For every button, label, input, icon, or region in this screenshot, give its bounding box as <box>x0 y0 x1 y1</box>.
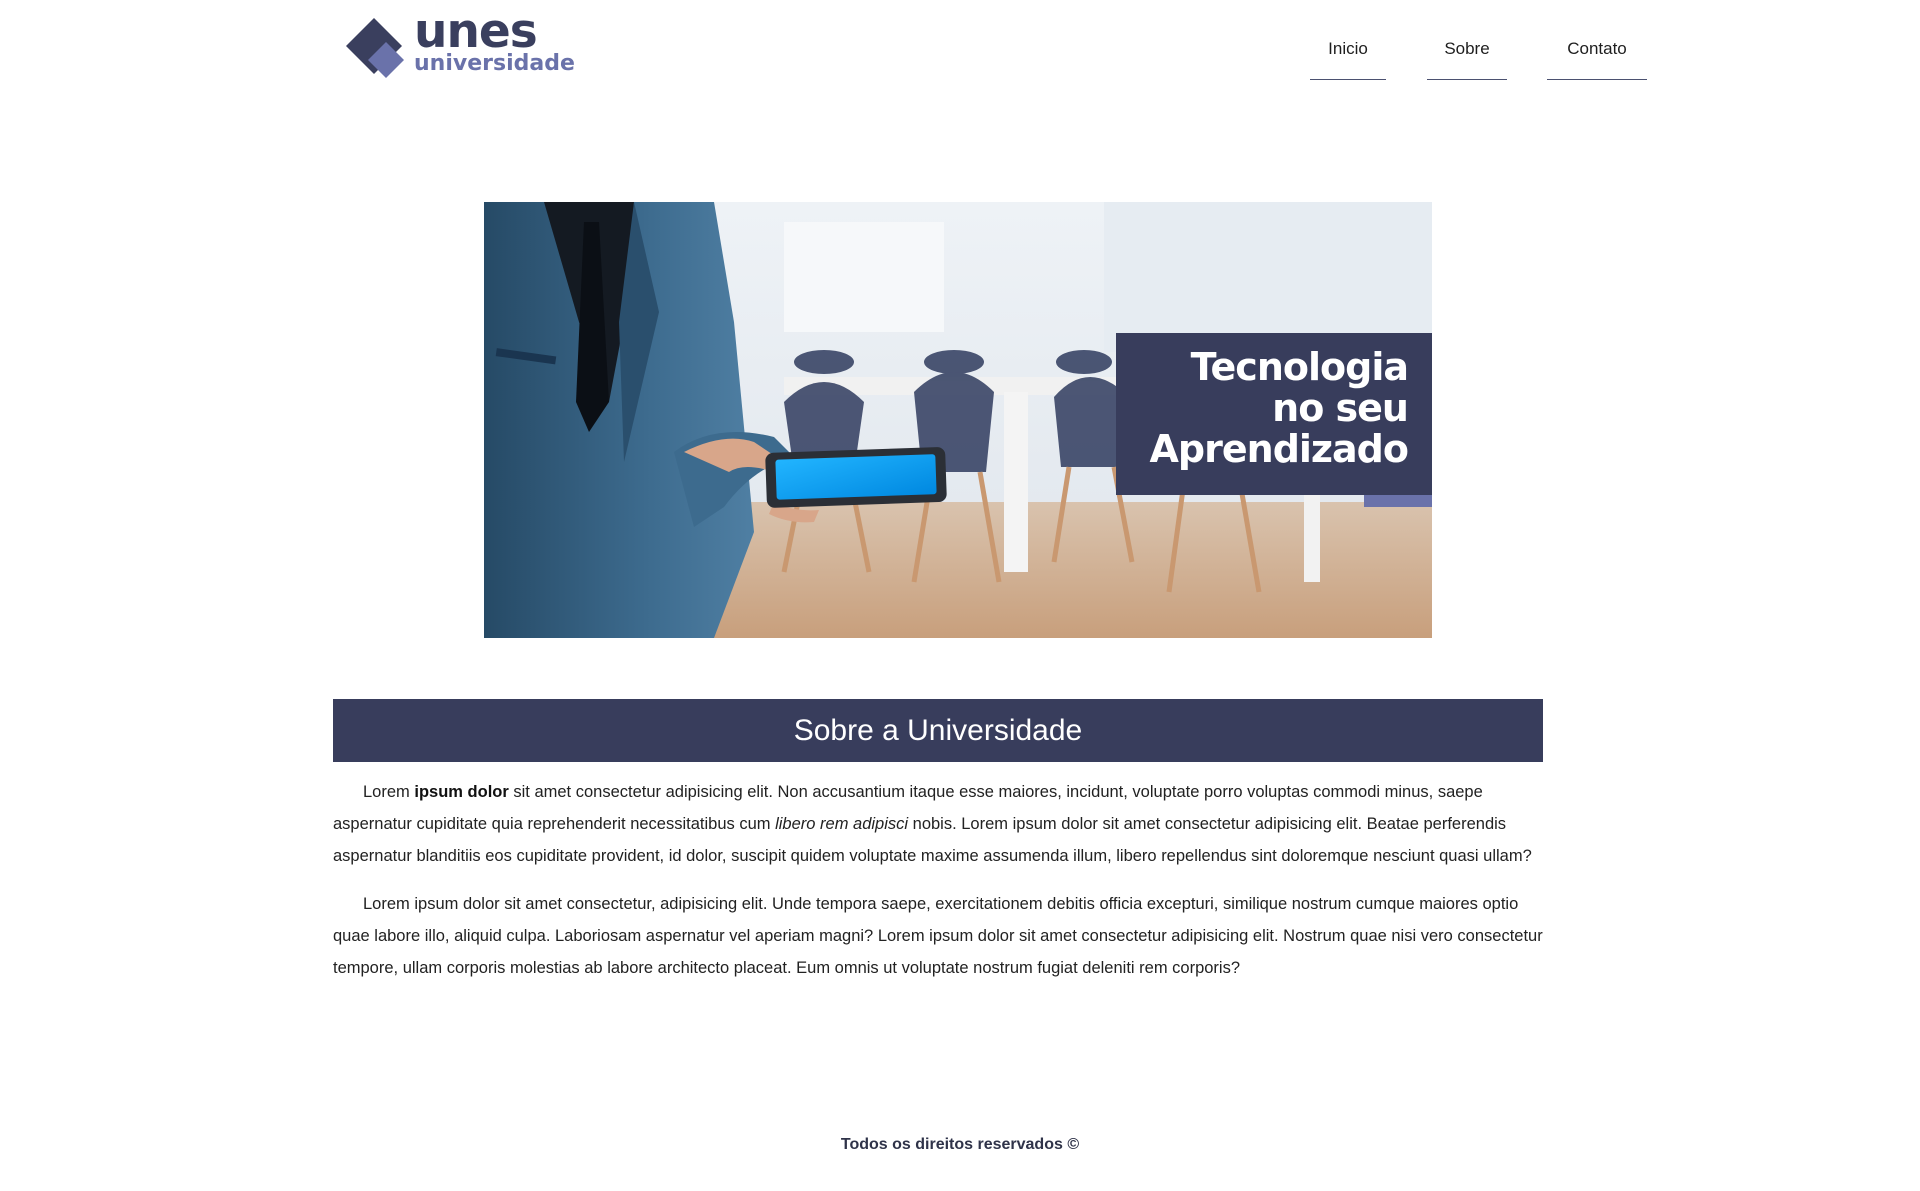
p1-bold-text: ipsum dolor <box>414 783 509 801</box>
nav-link-inicio[interactable]: Inicio <box>1310 38 1386 80</box>
p1-italic-text: libero rem adipisci <box>775 815 909 833</box>
footer-copyright: Todos os direitos reservados © <box>840 1136 1080 1153</box>
about-paragraph-2: Lorem ipsum dolor sit amet consectetur, … <box>333 895 1543 977</box>
nav-link-contato[interactable]: Contato <box>1547 38 1647 80</box>
logo-diamond-icon <box>346 18 404 78</box>
caption-accent-bar <box>1364 495 1432 507</box>
banner-caption-line-2: no seu <box>1272 386 1409 430</box>
p1-text-a: Lorem <box>363 783 415 801</box>
logo-subtitle: universidade <box>414 51 575 76</box>
banner-caption-line-3: Aprendizado <box>1149 427 1409 471</box>
hero-banner: Tecnologia no seu Aprendizado <box>484 202 1432 638</box>
about-content: Lorem ipsum dolor sit amet consectetur a… <box>333 776 1545 1000</box>
banner-caption: Tecnologia no seu Aprendizado <box>1116 333 1432 495</box>
about-paragraph-1: Lorem ipsum dolor sit amet consectetur a… <box>333 776 1545 872</box>
logo[interactable]: unes universidade <box>344 8 575 84</box>
nav-link-sobre[interactable]: Sobre <box>1427 38 1507 80</box>
banner-caption-line-1: Tecnologia <box>1190 345 1409 389</box>
section-title: Sobre a Universidade <box>333 699 1543 762</box>
page: unes universidade Inicio Sobre Contato T… <box>0 0 1920 1191</box>
logo-wordmark: unes <box>414 4 538 59</box>
